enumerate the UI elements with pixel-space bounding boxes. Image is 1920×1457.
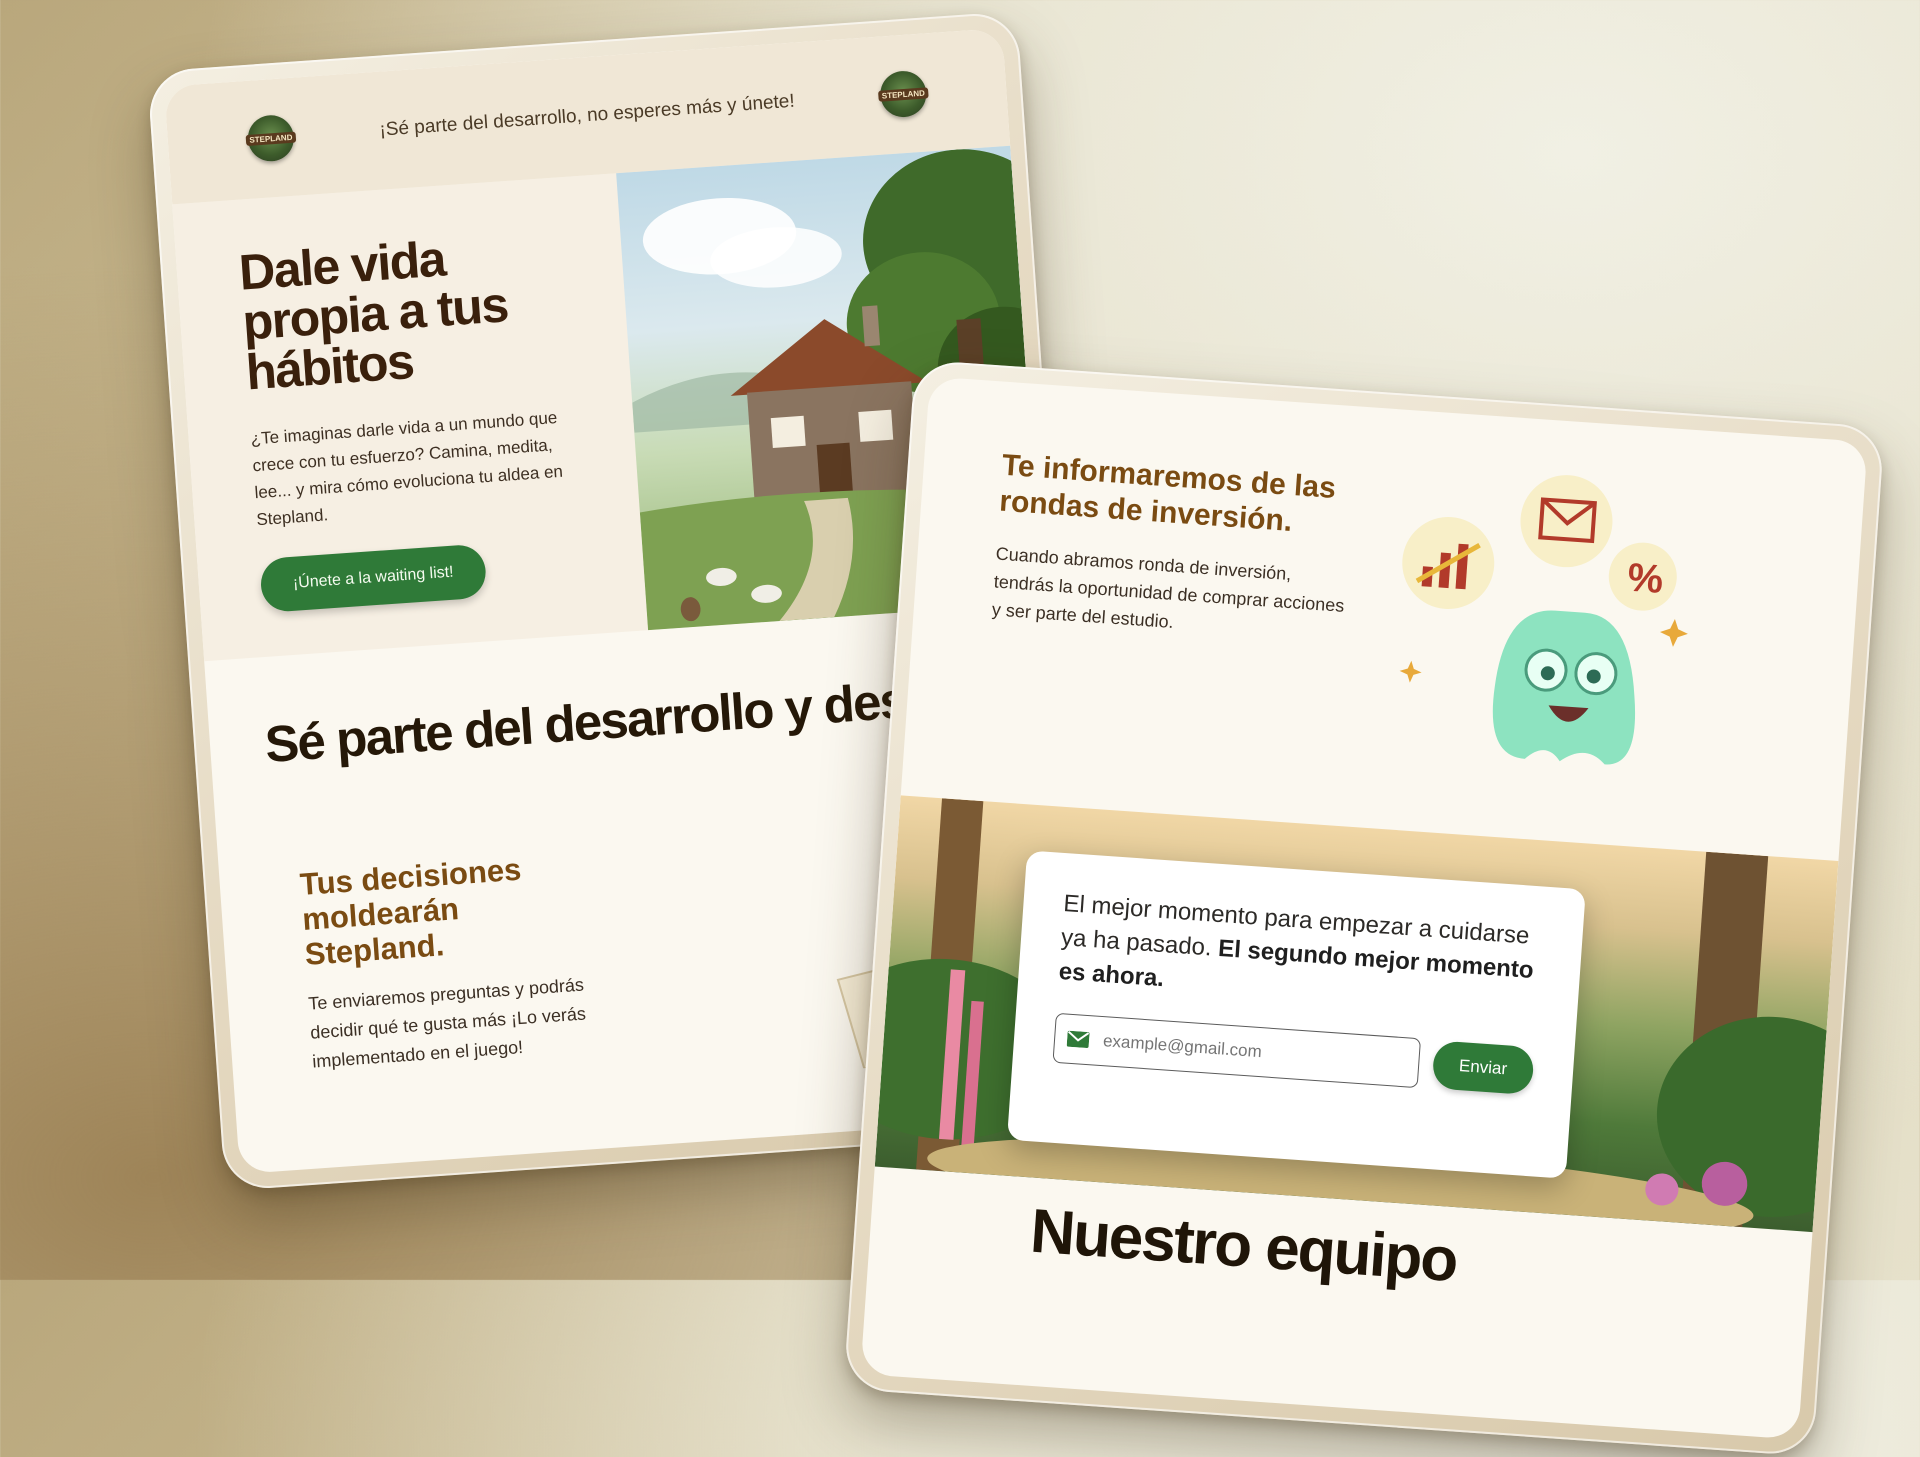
email-input[interactable] bbox=[1100, 1030, 1406, 1074]
email-field[interactable] bbox=[1052, 1012, 1421, 1089]
tablet-screen-right: Te informaremos de las rondas de inversi… bbox=[860, 376, 1868, 1440]
announcement-text: ¡Sé parte del desarrollo, no esperes más… bbox=[378, 90, 796, 141]
logo-text-right: STEPLAND bbox=[878, 86, 929, 102]
investment-title: Te informaremos de las rondas de inversi… bbox=[998, 448, 1337, 539]
mail-icon bbox=[1066, 1030, 1090, 1048]
svg-text:%: % bbox=[1626, 556, 1665, 602]
join-waitlist-button[interactable]: ¡Únete a la waiting list! bbox=[259, 543, 488, 614]
logo-text-left: STEPLAND bbox=[245, 131, 296, 146]
newsletter-card: El mejor momento para empezar a cuidarse… bbox=[1006, 850, 1586, 1179]
feature-title: Tus decisiones moldearán Stepland. bbox=[298, 851, 523, 972]
hero-description: ¿Te imaginas darle vida a un mundo que c… bbox=[250, 408, 564, 530]
stepland-logo[interactable]: STEPLAND bbox=[245, 113, 296, 163]
hero-title: Dale vida propia a tus hábitos bbox=[237, 230, 510, 401]
stepland-logo-right[interactable]: STEPLAND bbox=[878, 69, 929, 119]
tablet-device-right: Te informaremos de las rondas de inversi… bbox=[843, 359, 1885, 1457]
feature-description: Te enviaremos preguntas y podrás decidir… bbox=[307, 974, 587, 1072]
ghost-mascot-illustration: % bbox=[1399, 475, 1688, 765]
hero-text: Dale vida propia a tus hábitos ¿Te imagi… bbox=[172, 173, 648, 661]
investment-section: Te informaremos de las rondas de inversi… bbox=[901, 376, 1868, 861]
send-button[interactable]: Enviar bbox=[1431, 1040, 1535, 1096]
cta-message: El mejor momento para empezar a cuidarse… bbox=[1058, 887, 1544, 1022]
cta-section: El mejor momento para empezar a cuidarse… bbox=[874, 795, 1839, 1233]
investment-description: Cuando abramos ronda de inversión, tendr… bbox=[991, 543, 1345, 632]
signup-form: Enviar bbox=[1052, 1012, 1535, 1096]
